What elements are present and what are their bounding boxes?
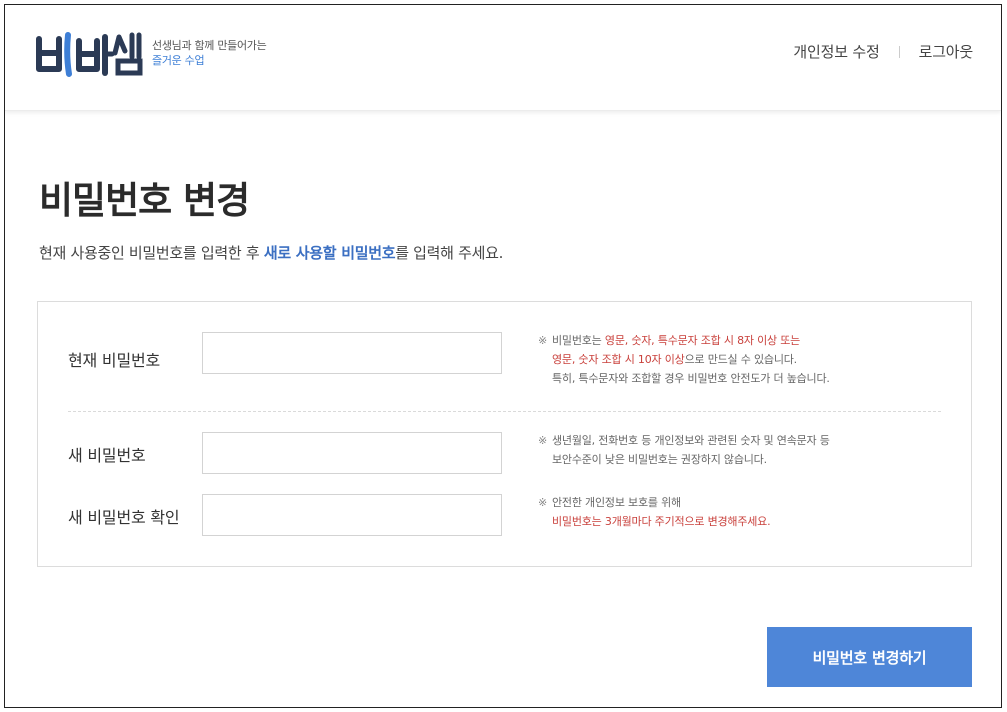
new-password-input[interactable] (202, 432, 502, 474)
tagline-line2: 즐거운 수업 (152, 54, 205, 67)
page-title: 비밀번호 변경 (39, 179, 250, 222)
note1-line2: 영문, 숫자 조합 시 10자 이상으로 만드실 수 있습니다. (538, 350, 830, 369)
note1-b: 영문, 숫자, 특수문자 조합 시 8자 이상 또는 (604, 334, 801, 347)
nav-separator (898, 45, 900, 58)
change-password-button[interactable]: 비밀번호 변경하기 (767, 627, 972, 687)
new-password-label: 새 비밀번호 (68, 446, 146, 465)
form-divider (68, 411, 941, 412)
note1-d: 으로 만드실 수 있습니다. (684, 353, 798, 366)
note-mark: ※ (538, 496, 548, 509)
logout-link[interactable]: 로그아웃 (919, 41, 974, 62)
note3-b: 비밀번호는 3개월마다 주기적으로 변경해주세요. (552, 515, 771, 528)
note2-b: 보안수준이 낮은 비밀번호는 권장하지 않습니다. (552, 453, 767, 466)
current-password-label: 현재 비밀번호 (68, 351, 161, 370)
logo-mark-icon (36, 32, 143, 77)
note1-e: 특히, 특수문자와 조합할 경우 비밀번호 안전도가 더 높습니다. (552, 372, 830, 385)
note1-c: 영문, 숫자 조합 시 10자 이상 (552, 353, 685, 366)
intro-text: 현재 사용중인 비밀번호를 입력한 후 새로 사용할 비밀번호를 입력해 주세요… (39, 242, 503, 263)
note2-a: 생년월일, 전화번호 등 개인정보와 관련된 숫자 및 연속문자 등 (552, 434, 830, 447)
intro-before: 현재 사용중인 비밀번호를 입력한 후 (39, 244, 264, 262)
edit-profile-link[interactable]: 개인정보 수정 (793, 41, 879, 62)
note-password-rule: ※ 비밀번호는 영문, 숫자, 특수문자 조합 시 8자 이상 또는 영문, 숫자… (538, 331, 830, 388)
note1-a: 비밀번호는 (552, 334, 605, 347)
top-nav: 개인정보 수정 로그아웃 (793, 41, 973, 62)
note3-a: 안전한 개인정보 보호를 위해 (552, 496, 681, 509)
note-weak-password: ※ 생년월일, 전화번호 등 개인정보와 관련된 숫자 및 연속문자 등 보안수준… (538, 431, 830, 469)
tagline-line1: 선생님과 함께 만들어가는 (152, 39, 267, 52)
intro-highlight: 새로 사용할 비밀번호 (263, 244, 396, 262)
confirm-password-input[interactable] (202, 494, 502, 536)
tagline: 선생님과 함께 만들어가는 즐거운 수업 (152, 38, 312, 68)
header: 선생님과 함께 만들어가는 즐거운 수업 개인정보 수정 로그아웃 (5, 5, 1001, 111)
page-frame: 선생님과 함께 만들어가는 즐거운 수업 개인정보 수정 로그아웃 비밀번호 변… (4, 4, 1002, 708)
note-mark: ※ (538, 334, 548, 347)
intro-after: 를 입력해 주세요. (395, 244, 504, 262)
note-periodic-change: ※ 안전한 개인정보 보호를 위해 비밀번호는 3개월마다 주기적으로 변경해주세… (538, 493, 771, 531)
password-form: 현재 비밀번호 ※ 비밀번호는 영문, 숫자, 특수문자 조합 시 8자 이상 또… (37, 301, 972, 567)
confirm-password-label: 새 비밀번호 확인 (68, 508, 180, 527)
note-mark: ※ (538, 434, 548, 447)
current-password-input[interactable] (202, 332, 502, 374)
